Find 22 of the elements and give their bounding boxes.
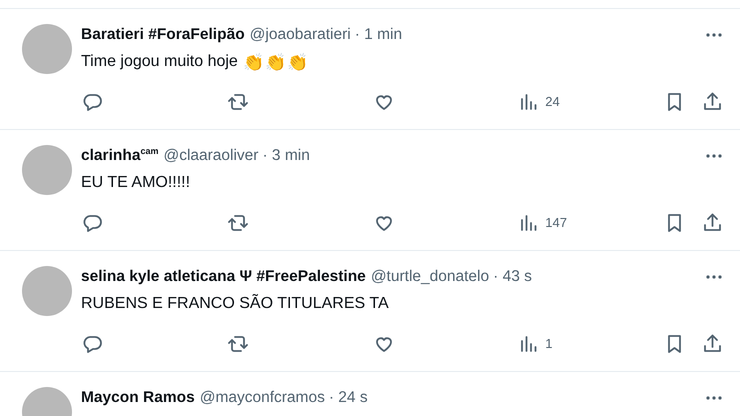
user-handle[interactable]: @mayconfcramos — [200, 389, 325, 407]
post-time[interactable]: · 3 min — [262, 147, 310, 165]
post-text: EU TE AMO!!!!! — [81, 174, 190, 192]
display-name[interactable]: clarinha$^{cam}$ — [81, 146, 158, 166]
view-count: 1 — [545, 336, 552, 350]
display-name[interactable]: Baratieri #ForaFelipão — [81, 26, 245, 44]
share-icon[interactable] — [702, 332, 723, 354]
display-name[interactable]: selina kyle atleticana Ψ #FreePalestine — [81, 268, 366, 286]
share-icon[interactable] — [702, 212, 723, 232]
user-handle[interactable]: @joaobaratieri — [250, 26, 351, 44]
user-handle[interactable]: @turtle_donatelo — [370, 268, 490, 286]
emoji: 👏👏👏 — [242, 52, 309, 72]
view-count: 147 — [545, 214, 567, 230]
post-text: Time jogou muito hoje — [81, 53, 238, 71]
view-count: 24 — [545, 94, 560, 108]
post-time[interactable]: · 24 s — [328, 389, 368, 407]
share-icon[interactable] — [702, 90, 723, 112]
post-text: RUBENS E FRANCO SÃO TITULARES TA — [81, 295, 389, 313]
post-time[interactable]: · 43 s — [493, 268, 532, 286]
post-time[interactable]: · 1 min — [354, 26, 402, 44]
user-handle[interactable]: @claaraoliver — [163, 147, 258, 165]
display-name[interactable]: Maycon Ramos — [81, 389, 195, 407]
